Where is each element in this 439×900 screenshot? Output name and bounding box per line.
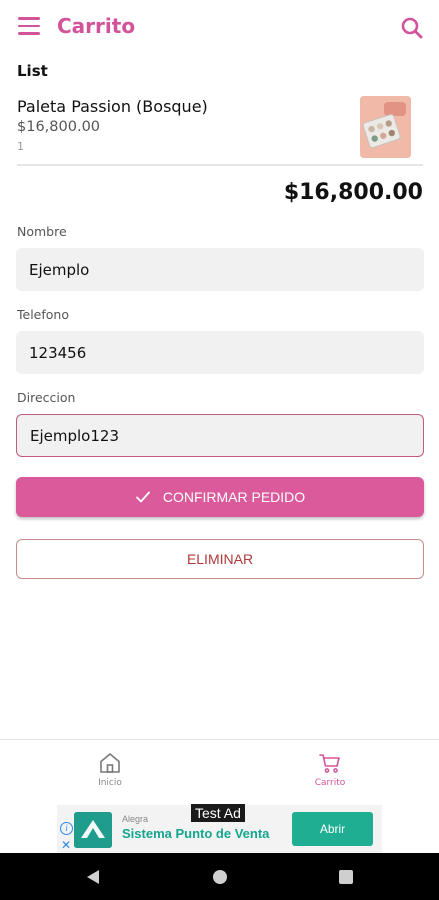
name-label: Nombre [17, 224, 67, 239]
product-image [360, 96, 411, 158]
ad-brand: Alegra [122, 814, 149, 824]
delete-button[interactable]: ELIMINAR [16, 539, 424, 579]
search-icon[interactable] [400, 16, 424, 40]
confirm-order-label: CONFIRMAR PEDIDO [162, 489, 306, 505]
nav-label-carrito: Carrito [314, 778, 346, 788]
ad-title[interactable]: Sistema Punto de Venta [122, 826, 269, 841]
item-name: Paleta Passion (Bosque) [17, 97, 208, 116]
item-price: $16,800.00 [17, 119, 101, 135]
system-navigation-bar [0, 853, 439, 900]
divider [17, 164, 423, 166]
check-icon [135, 491, 150, 503]
ad-info-icon[interactable]: i [60, 822, 73, 835]
nav-item-inicio[interactable]: Inicio [50, 740, 170, 796]
phone-label: Telefono [17, 307, 69, 322]
name-field[interactable] [16, 248, 424, 291]
home-circle-icon[interactable] [213, 870, 227, 884]
app-bar: Carrito [0, 0, 439, 54]
nav-item-carrito[interactable]: Carrito [270, 740, 390, 796]
bottom-navigation: Inicio Carrito [0, 739, 439, 795]
ad-close-icon[interactable]: ✕ [61, 838, 71, 852]
back-triangle-icon[interactable] [86, 869, 100, 885]
home-icon [100, 753, 120, 773]
delete-label: ELIMINAR [186, 551, 254, 567]
ad-open-button[interactable]: Abrir [292, 812, 373, 846]
list-heading: List [17, 62, 48, 80]
cart-item[interactable]: Paleta Passion (Bosque) $16,800.00 1 [0, 92, 439, 162]
recents-square-icon[interactable] [339, 870, 353, 884]
cart-icon [319, 754, 340, 773]
address-field[interactable] [16, 414, 424, 457]
page-title: Carrito [57, 14, 136, 38]
phone-field[interactable] [16, 331, 424, 374]
hamburger-menu-icon[interactable] [18, 17, 40, 37]
confirm-order-button[interactable]: CONFIRMAR PEDIDO [16, 477, 424, 517]
cart-total: $16,800.00 [283, 180, 423, 205]
address-label: Direccion [17, 390, 76, 405]
nav-label-inicio: Inicio [98, 778, 122, 788]
item-quantity: 1 [17, 140, 24, 153]
ad-logo [74, 812, 112, 848]
test-ad-label: Test Ad [191, 804, 245, 822]
